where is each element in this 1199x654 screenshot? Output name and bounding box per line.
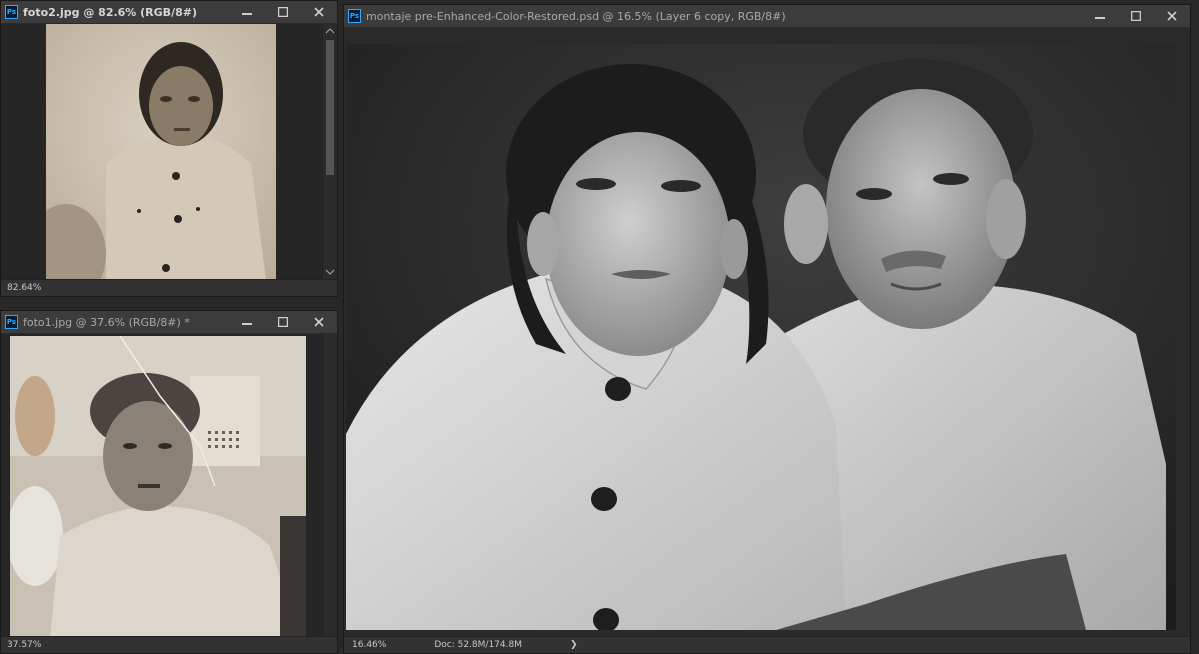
window-title: foto1.jpg @ 37.6% (RGB/8#) * xyxy=(23,315,190,329)
close-icon xyxy=(314,317,324,327)
close-icon xyxy=(314,7,324,17)
minimize-button[interactable] xyxy=(1082,5,1118,27)
maximize-button[interactable] xyxy=(1118,5,1154,27)
photo-foto1 xyxy=(10,336,306,638)
close-button[interactable] xyxy=(301,311,337,333)
minimize-icon xyxy=(242,323,252,325)
status-menu-arrow[interactable]: ❯ xyxy=(522,640,578,650)
title-bar[interactable]: Ps foto1.jpg @ 37.6% (RGB/8#) * xyxy=(1,311,337,334)
close-button[interactable] xyxy=(1154,5,1190,27)
photo-montage xyxy=(346,44,1176,630)
vertical-scrollbar[interactable] xyxy=(322,24,337,279)
window-title: montaje pre-Enhanced-Color-Restored.psd … xyxy=(366,9,786,23)
canvas-area[interactable] xyxy=(344,28,1190,636)
maximize-icon xyxy=(278,7,288,17)
zoom-level[interactable]: 82.64% xyxy=(1,283,41,293)
scrollbar-thumb[interactable] xyxy=(326,40,334,175)
minimize-button[interactable] xyxy=(229,1,265,23)
photoshop-icon: Ps xyxy=(5,5,18,19)
zoom-level[interactable]: 37.57% xyxy=(1,640,41,650)
chevron-down-icon[interactable] xyxy=(323,267,337,277)
photoshop-icon: Ps xyxy=(348,9,361,23)
maximize-button[interactable] xyxy=(265,1,301,23)
document-size-info[interactable]: Doc: 52.8M/174.8M xyxy=(386,640,522,650)
maximize-button[interactable] xyxy=(265,311,301,333)
title-bar[interactable]: Ps montaje pre-Enhanced-Color-Restored.p… xyxy=(344,5,1190,28)
canvas-area[interactable] xyxy=(1,24,322,279)
minimize-button[interactable] xyxy=(229,311,265,333)
status-bar: 16.46% Doc: 52.8M/174.8M ❯ xyxy=(344,636,1190,653)
title-bar[interactable]: Ps foto2.jpg @ 82.6% (RGB/8#) xyxy=(1,1,337,24)
status-bar: 37.57% xyxy=(1,636,337,653)
document-window-foto1[interactable]: Ps foto1.jpg @ 37.6% (RGB/8#) * 37.57% xyxy=(0,310,338,654)
photoshop-icon: Ps xyxy=(5,315,18,329)
status-bar: 82.64% xyxy=(1,279,337,296)
minimize-icon xyxy=(1095,17,1105,19)
chevron-up-icon[interactable] xyxy=(323,26,337,36)
window-title: foto2.jpg @ 82.6% (RGB/8#) xyxy=(23,5,197,19)
close-icon xyxy=(1167,11,1177,21)
document-window-montage[interactable]: Ps montaje pre-Enhanced-Color-Restored.p… xyxy=(343,4,1191,654)
maximize-icon xyxy=(278,317,288,327)
canvas-area[interactable] xyxy=(1,334,322,638)
maximize-icon xyxy=(1131,11,1141,21)
document-window-foto2[interactable]: Ps foto2.jpg @ 82.6% (RGB/8#) 82.64% xyxy=(0,0,338,297)
close-button[interactable] xyxy=(301,1,337,23)
zoom-level[interactable]: 16.46% xyxy=(344,640,386,650)
vertical-scrollbar[interactable] xyxy=(322,334,337,636)
minimize-icon xyxy=(242,13,252,15)
photo-foto2 xyxy=(46,24,276,279)
